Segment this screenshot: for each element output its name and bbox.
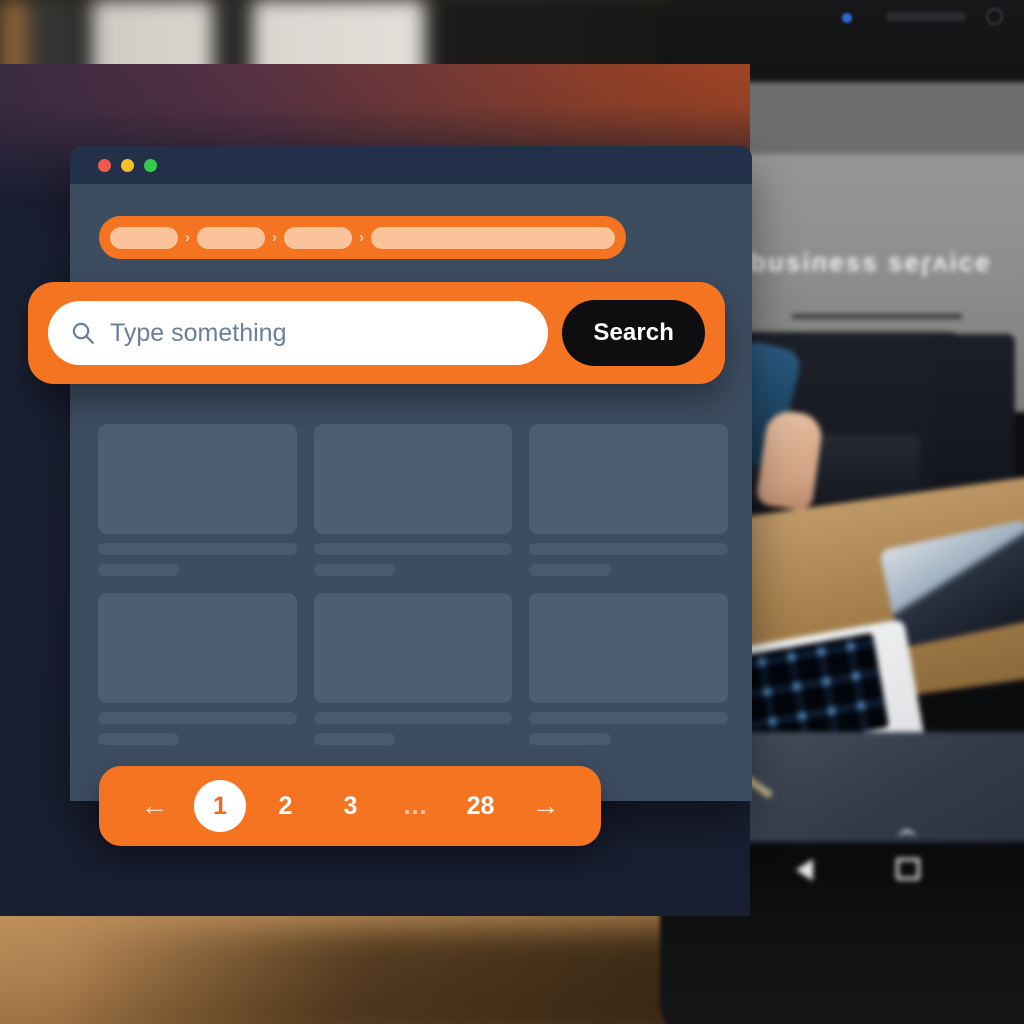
search-input[interactable]: Type something — [110, 319, 287, 348]
result-card[interactable] — [529, 424, 728, 576]
result-card[interactable] — [313, 593, 513, 745]
breadcrumb-separator-3: › — [359, 229, 364, 246]
result-card[interactable] — [529, 593, 728, 745]
result-card[interactable] — [313, 424, 513, 576]
card-thumbnail — [98, 424, 297, 534]
pagination-page-3[interactable]: 3 — [318, 793, 383, 819]
breadcrumb-item-2[interactable] — [197, 226, 265, 249]
card-title-placeholder — [529, 712, 728, 724]
search-icon — [72, 322, 94, 344]
pagination: ← 1 2 3 … 28 → — [99, 766, 601, 846]
pagination-page-1[interactable]: 1 — [194, 780, 246, 832]
card-title-placeholder — [98, 543, 297, 555]
search-input-wrapper[interactable]: Type something — [48, 301, 549, 365]
background-desk-shadow — [80, 930, 700, 1024]
window-maximize-button[interactable] — [144, 158, 157, 172]
recents-icon — [896, 858, 920, 880]
breadcrumb-item-1[interactable] — [110, 226, 178, 249]
card-title-placeholder — [98, 712, 297, 724]
pagination-next-button[interactable]: → — [513, 792, 578, 820]
pagination-ellipsis: … — [402, 791, 429, 820]
result-card[interactable] — [98, 593, 297, 745]
breadcrumb-item-4[interactable] — [371, 226, 615, 249]
card-thumbnail — [313, 424, 513, 534]
pagination-page-2[interactable]: 2 — [253, 793, 318, 819]
scene-wall-signage: ɘɔiʌɿɘƨ ƨƨɘniƨud — [748, 247, 990, 277]
pagination-page-last[interactable]: 28 — [448, 793, 513, 819]
phone-notification-led — [842, 13, 852, 23]
card-subtitle-placeholder — [529, 564, 611, 576]
pagination-prev-button[interactable]: ← — [122, 792, 187, 820]
result-card[interactable] — [98, 424, 297, 576]
card-thumbnail — [98, 593, 297, 703]
browser-window: › › › — [70, 146, 752, 801]
breadcrumb-separator-1: › — [185, 229, 190, 246]
breadcrumb-separator-2: › — [272, 229, 277, 246]
card-subtitle-placeholder — [529, 733, 611, 745]
phone-earpiece-speaker — [886, 12, 966, 21]
breadcrumb: › › › — [99, 216, 626, 259]
search-bar: Type something Search — [28, 282, 725, 384]
card-subtitle-placeholder — [313, 564, 396, 576]
screenshot-stage: ɘɔiʌɿɘƨ ƨƨɘniƨud › › › Type something Se… — [0, 0, 1024, 1024]
card-subtitle-placeholder — [98, 733, 180, 745]
results-grid — [98, 424, 728, 745]
search-button[interactable]: Search — [562, 300, 705, 366]
phone-front-camera-icon — [986, 8, 1003, 25]
card-subtitle-placeholder — [313, 733, 396, 745]
window-titlebar — [70, 146, 752, 184]
breadcrumb-item-3[interactable] — [284, 226, 352, 249]
card-subtitle-placeholder — [98, 564, 180, 576]
back-icon — [796, 859, 813, 881]
window-minimize-button[interactable] — [121, 158, 134, 172]
window-close-button[interactable] — [98, 158, 111, 172]
card-thumbnail — [529, 424, 728, 534]
window-content: › › › — [70, 184, 752, 801]
card-title-placeholder — [313, 712, 513, 724]
card-title-placeholder — [529, 543, 728, 555]
card-thumbnail — [313, 593, 513, 703]
scene-wall-rail — [792, 314, 962, 319]
card-thumbnail — [529, 593, 728, 703]
card-title-placeholder — [313, 543, 513, 555]
